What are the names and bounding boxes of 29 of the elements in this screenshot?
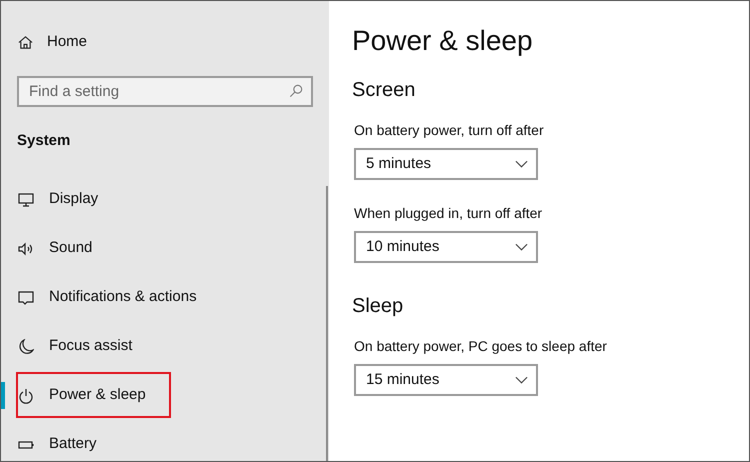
power-icon bbox=[18, 388, 34, 404]
section-heading: Sleep bbox=[352, 294, 404, 319]
chevron-down-icon bbox=[515, 160, 528, 168]
setting-label: When plugged in, turn off after bbox=[354, 204, 544, 222]
page-title: Power & sleep bbox=[352, 24, 534, 58]
search-icon bbox=[289, 84, 303, 98]
home-link[interactable]: Home bbox=[47, 30, 88, 54]
sidebar-item[interactable]: Sound bbox=[49, 237, 92, 260]
scrollbar[interactable] bbox=[326, 186, 328, 461]
dropdown[interactable]: 5 minutes bbox=[354, 148, 538, 180]
search-field[interactable]: Find a setting bbox=[17, 76, 313, 107]
sidebar-item[interactable]: Notifications & actions bbox=[49, 286, 197, 309]
speaker-icon bbox=[18, 240, 34, 256]
section-heading: System bbox=[17, 131, 72, 150]
message-icon bbox=[18, 290, 34, 306]
sidebar-item[interactable]: Power & sleep bbox=[49, 384, 146, 407]
display-icon bbox=[18, 192, 34, 208]
chevron-down-icon bbox=[515, 243, 528, 251]
sidebar-item[interactable]: Display bbox=[49, 188, 98, 211]
dropdown[interactable]: 10 minutes bbox=[354, 231, 538, 263]
setting-label: On battery power, PC goes to sleep after bbox=[354, 337, 608, 355]
setting-label: On battery power, turn off after bbox=[354, 121, 545, 139]
section-heading: Screen bbox=[352, 78, 416, 103]
sidebar-item[interactable]: Focus assist bbox=[49, 335, 132, 358]
chevron-down-icon bbox=[515, 376, 528, 384]
moon-icon bbox=[18, 338, 34, 354]
sidebar-item[interactable]: Battery bbox=[49, 433, 97, 456]
home-icon bbox=[18, 34, 33, 50]
dropdown[interactable]: 15 minutes bbox=[354, 364, 538, 396]
